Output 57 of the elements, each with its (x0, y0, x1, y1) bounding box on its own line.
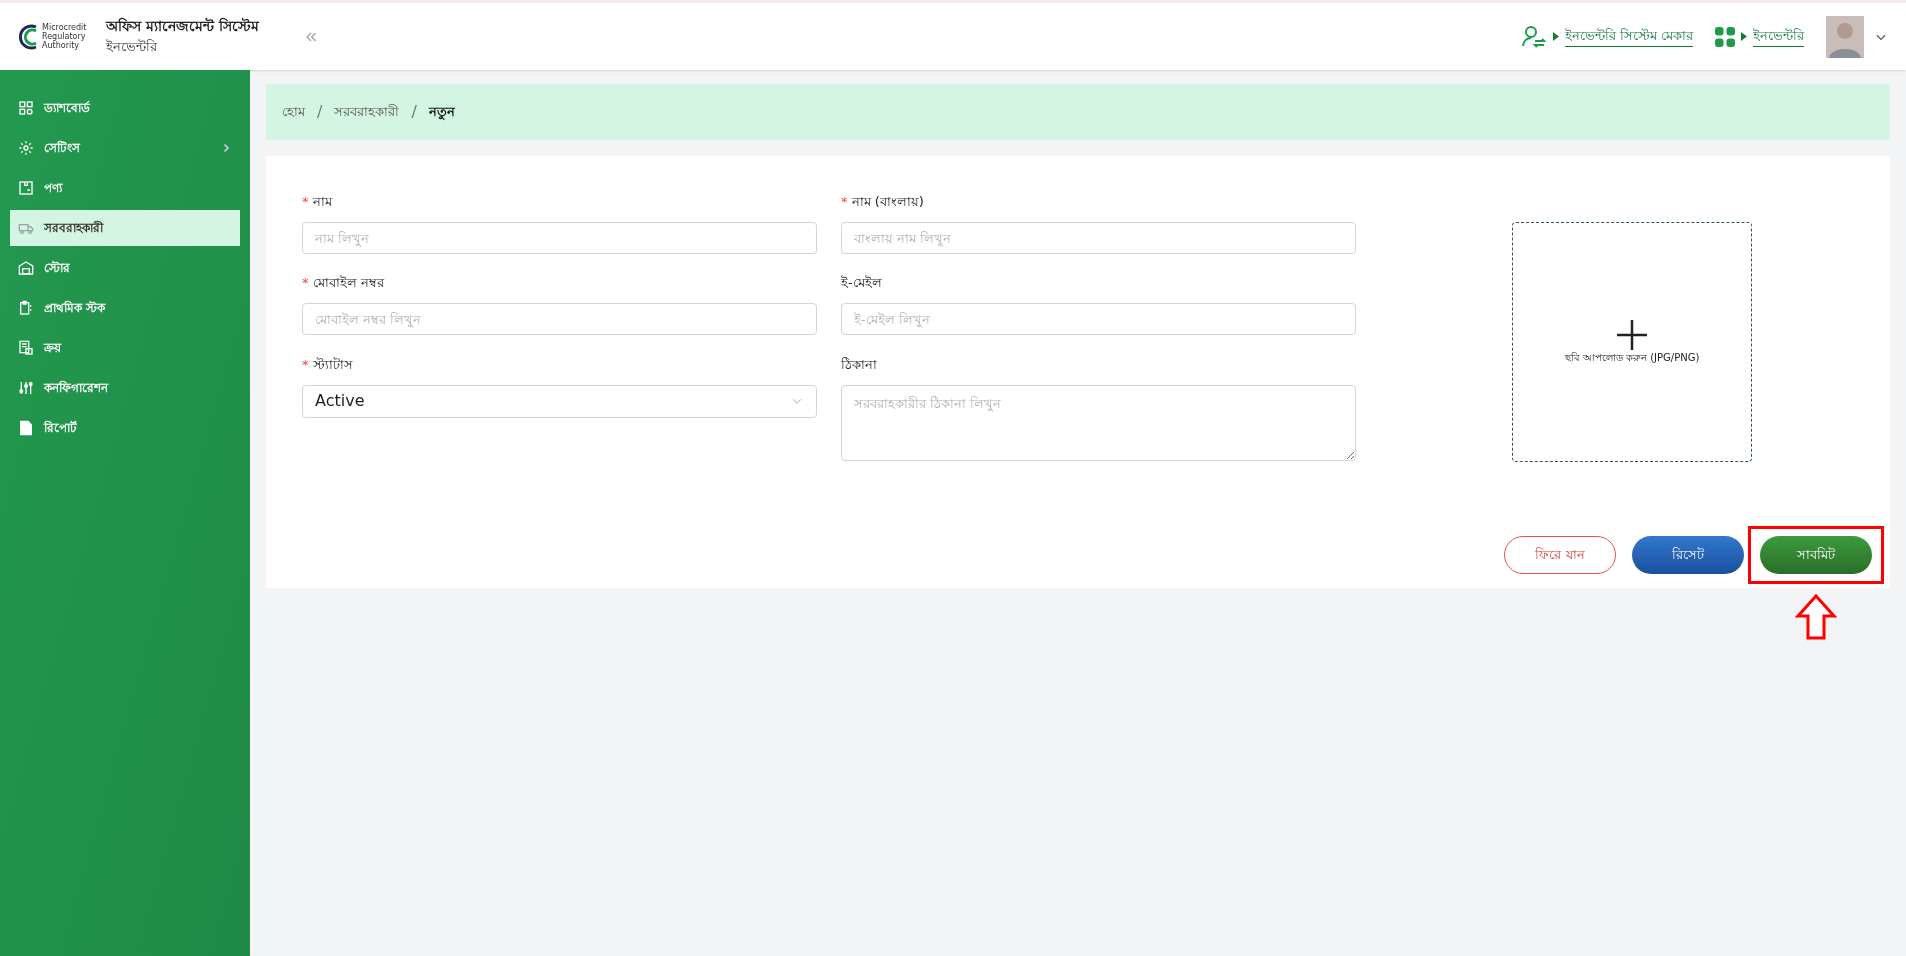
logo-text: Authority (42, 41, 80, 50)
sidebar-item[interactable]: প্রাথমিক স্টক (10, 290, 240, 326)
sidebar-item[interactable]: স্টোর (10, 250, 240, 286)
clipboard-icon (18, 300, 34, 316)
text-field[interactable]: মোবাইল নম্বর লিখুন (302, 303, 817, 336)
grid-icon (18, 100, 34, 116)
field-label: * মোবাইল নম্বর (302, 274, 386, 293)
plus-icon (1617, 319, 1647, 350)
apps-icon[interactable] (1715, 26, 1735, 47)
sidebar-item[interactable]: ক্রয় (10, 330, 240, 366)
text-field[interactable]: বাংলায় নাম লিখুন (841, 222, 1356, 254)
settings-icon (18, 140, 34, 156)
sidebar-item[interactable]: পণ্য (10, 170, 240, 206)
required-mark: * (302, 356, 309, 372)
field-label: * নাম (302, 193, 334, 211)
sliders-icon (18, 380, 34, 396)
caret-icon (1741, 32, 1747, 41)
breadcrumb-separator: / (411, 101, 417, 123)
breadcrumb-item[interactable]: সরবরাহকারী (334, 102, 400, 122)
image-upload-area[interactable]: ছবি আপলোড করুন (JPG/PNG) (1512, 222, 1752, 462)
avatar[interactable] (1826, 15, 1864, 58)
reset-button[interactable]: রিসেট (1632, 536, 1744, 574)
required-mark: * (841, 194, 848, 209)
file-icon (18, 420, 34, 436)
logo-text: Microcredit (42, 23, 87, 32)
caret-icon (1552, 32, 1559, 41)
sidebar-item[interactable]: সেটিংস (10, 130, 240, 166)
sidebar-item[interactable]: ড্যাশবোর্ড (10, 90, 240, 126)
field-label: * নাম (বাংলায়) (841, 193, 925, 211)
sidebar-item[interactable]: কনফিগারেশন (10, 370, 240, 406)
breadcrumb-separator: / (317, 101, 323, 123)
upload-hint: ছবি আপলোড করুন (JPG/PNG) (1564, 350, 1700, 365)
header-link[interactable]: ইনভেন্টরি (1753, 26, 1804, 47)
field-label: ঠিকানা (841, 355, 878, 374)
required-mark: * (302, 275, 309, 291)
address-field[interactable]: সরবরাহকারীর ঠিকানা লিখুন (841, 384, 1356, 461)
sidebar-item[interactable]: রিপোর্ট (10, 410, 240, 446)
logo-text: Regulatory (42, 32, 87, 41)
back-button[interactable]: ফিরে যান (1504, 536, 1616, 574)
field-label: * স্ট্যাটাস (302, 355, 354, 374)
submit-button[interactable]: সাবমিট (1760, 536, 1872, 574)
text-field[interactable]: নাম লিখুন (302, 222, 817, 254)
document-icon (18, 340, 34, 356)
required-mark: * (302, 194, 309, 209)
app-title: অফিস ম্যানেজমেন্ট সিস্টেম (106, 16, 259, 37)
status-select[interactable]: Active (302, 384, 817, 418)
text-field[interactable]: ই-মেইল লিখুন (841, 303, 1356, 336)
store-icon (18, 260, 34, 276)
field-label: ই-মেইল (841, 274, 883, 293)
sidebar-item[interactable]: সরবরাহকারী (10, 210, 240, 246)
breadcrumb-item[interactable]: হোম (282, 102, 305, 122)
app-subtitle: ইনভেন্টরি (106, 38, 159, 57)
box-icon (18, 180, 34, 196)
header-link[interactable]: ইনভেন্টরি সিস্টেম মেকার (1564, 26, 1693, 47)
breadcrumb-item: নতুন (428, 103, 455, 122)
user-switch-icon[interactable] (1520, 23, 1547, 50)
up-arrow-icon (1794, 594, 1838, 640)
